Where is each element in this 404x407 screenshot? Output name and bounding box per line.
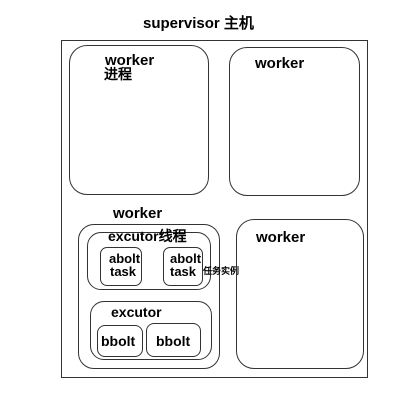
executor-thread-label: excutor线程 [108,228,187,244]
task-instance-note: 任务实例 [203,266,240,276]
task-b-type: task [170,264,197,279]
worker-label-bottom-left: worker [113,205,163,222]
process-label: 进程 [104,66,132,82]
supervisor-host-title: supervisor 主机 [143,15,254,32]
worker-label-bottom-right: worker [256,229,306,246]
bolt-a-label: bbolt [101,333,136,349]
task-a-type: task [110,264,137,279]
executor-label: excutor [111,304,162,320]
worker-label-top-right: worker [255,55,305,72]
bolt-b-label: bbolt [156,333,191,349]
